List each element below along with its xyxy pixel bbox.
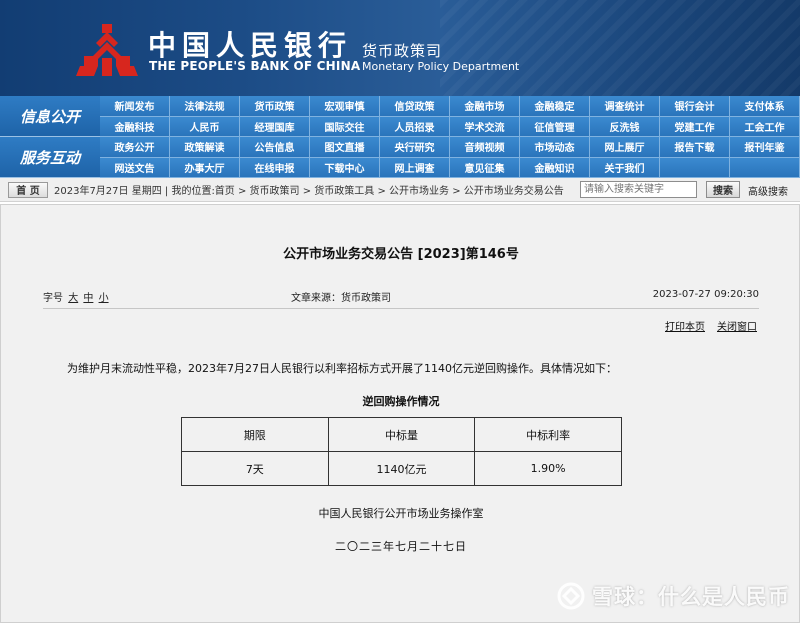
nav-item[interactable]: 宏观审慎 <box>310 96 380 117</box>
department-name-cn: 货币政策司 <box>362 42 443 60</box>
nav-item[interactable]: 音频视频 <box>450 137 520 158</box>
signature-date: 二〇二三年七月二十七日 <box>335 540 467 553</box>
main-navigation: 信息公开 服务互动 新闻发布 法律法规 货币政策 宏观审慎 信贷政策 金融市场 … <box>0 96 800 178</box>
nav-item[interactable]: 银行会计 <box>660 96 730 117</box>
nav-item[interactable]: 党建工作 <box>660 116 730 137</box>
font-size-large-link[interactable]: 大 <box>68 293 78 304</box>
font-size-label: 字号 <box>43 293 63 304</box>
snowball-logo-icon <box>557 582 585 610</box>
advanced-search-link[interactable]: 高级搜索 <box>748 183 788 198</box>
department-name-en: Monetary Policy Department <box>362 60 520 73</box>
nav-item[interactable]: 网上调查 <box>380 157 450 178</box>
article-title: 公开市场业务交易公告 [2023]第146号 <box>283 247 519 262</box>
nav-item-empty <box>730 157 800 178</box>
nav-item[interactable]: 报刊年鉴 <box>730 137 800 158</box>
nav-item[interactable]: 工会工作 <box>730 116 800 137</box>
nav-item[interactable]: 国际交往 <box>310 116 380 137</box>
home-button[interactable]: 首 页 <box>8 181 48 198</box>
nav-item-empty <box>660 157 730 178</box>
site-header-banner: 中国人民银行 THE PEOPLE'S BANK OF CHINA 货币政策司 … <box>0 0 800 96</box>
article-paragraph: 为维护月末流动性平稳，2023年7月27日人民银行以利率招标方式开展了1140亿… <box>67 362 617 375</box>
font-size-controls: 字号 大 中 小 <box>43 289 109 304</box>
nav-item[interactable]: 政策解读 <box>170 137 240 158</box>
nav-item[interactable]: 金融市场 <box>450 96 520 117</box>
article-meta: 字号 大 中 小 文章来源：货币政策司 2023-07-27 09:20:30 <box>43 289 759 304</box>
nav-item[interactable]: 经理国库 <box>240 116 310 137</box>
table-title: 逆回购操作情况 <box>362 395 440 408</box>
nav-item[interactable]: 政务公开 <box>100 137 170 158</box>
watermark: 雪球：什么是人民币 <box>556 576 790 616</box>
table-header-cell: 中标利率 <box>474 417 622 452</box>
breadcrumb: 2023年7月27日 星期四 | 我的位置:首页 > 货币政策司 > 货币政策工… <box>54 186 564 197</box>
table-row: 7天 1140亿元 1.90% <box>181 451 622 486</box>
nav-item[interactable]: 学术交流 <box>450 116 520 137</box>
font-size-small-link[interactable]: 小 <box>99 293 109 304</box>
nav-item[interactable]: 调查统计 <box>590 96 660 117</box>
search-input[interactable] <box>580 181 697 198</box>
nav-item[interactable]: 人员招录 <box>380 116 450 137</box>
nav-item[interactable]: 反洗钱 <box>590 116 660 137</box>
nav-category-service-interaction[interactable]: 服务互动 <box>0 137 100 178</box>
pboc-logo-icon[interactable] <box>76 22 138 78</box>
nav-item[interactable]: 法律法规 <box>170 96 240 117</box>
article-source: 文章来源：货币政策司 <box>291 293 391 304</box>
table-cell: 1.90% <box>474 451 622 486</box>
table-header-cell: 期限 <box>181 417 329 452</box>
nav-item[interactable]: 网送文告 <box>100 157 170 178</box>
search-button[interactable]: 搜索 <box>706 181 740 198</box>
font-size-medium-link[interactable]: 中 <box>83 293 93 304</box>
nav-item[interactable]: 支付体系 <box>730 96 800 117</box>
nav-item[interactable]: 金融稳定 <box>520 96 590 117</box>
print-page-link[interactable]: 打印本页 <box>665 318 705 333</box>
nav-grid: 新闻发布 法律法规 货币政策 宏观审慎 信贷政策 金融市场 金融稳定 调查统计 … <box>100 96 800 178</box>
nav-item[interactable]: 央行研究 <box>380 137 450 158</box>
nav-item[interactable]: 办事大厅 <box>170 157 240 178</box>
nav-item[interactable]: 关于我们 <box>590 157 660 178</box>
breadcrumb-bar: 首 页 2023年7月27日 星期四 | 我的位置:首页 > 货币政策司 > 货… <box>0 178 800 202</box>
nav-item[interactable]: 金融科技 <box>100 116 170 137</box>
nav-item[interactable]: 意见征集 <box>450 157 520 178</box>
nav-item[interactable]: 人民币 <box>170 116 240 137</box>
bank-name-cn: 中国人民银行 <box>148 29 353 62</box>
nav-item[interactable]: 网上展厅 <box>590 137 660 158</box>
table-cell: 7天 <box>181 451 329 486</box>
nav-item[interactable]: 公告信息 <box>240 137 310 158</box>
nav-item[interactable]: 在线申报 <box>240 157 310 178</box>
nav-item[interactable]: 报告下载 <box>660 137 730 158</box>
nav-category-info-disclosure[interactable]: 信息公开 <box>0 96 100 137</box>
meta-divider <box>43 308 759 309</box>
watermark-text: 雪球：什么是人民币 <box>592 585 790 609</box>
article-datetime: 2023-07-27 09:20:30 <box>652 289 759 300</box>
bank-name-en: THE PEOPLE'S BANK OF CHINA <box>149 59 361 73</box>
nav-item[interactable]: 新闻发布 <box>100 96 170 117</box>
nav-item[interactable]: 信贷政策 <box>380 96 450 117</box>
nav-item[interactable]: 图文直播 <box>310 137 380 158</box>
nav-item[interactable]: 下载中心 <box>310 157 380 178</box>
signature: 中国人民银行公开市场业务操作室 <box>318 507 484 520</box>
nav-item[interactable]: 金融知识 <box>520 157 590 178</box>
table-header-row: 期限 中标量 中标利率 <box>181 417 622 452</box>
table-cell: 1140亿元 <box>327 451 476 486</box>
banner-pattern <box>440 0 800 96</box>
nav-item[interactable]: 市场动态 <box>520 137 590 158</box>
close-window-link[interactable]: 关闭窗口 <box>717 318 757 333</box>
reverse-repo-table: 期限 中标量 中标利率 7天 1140亿元 1.90% <box>181 417 622 486</box>
article-container: 公开市场业务交易公告 [2023]第146号 字号 大 中 小 文章来源：货币政… <box>0 204 800 623</box>
nav-item[interactable]: 征信管理 <box>520 116 590 137</box>
table-header-cell: 中标量 <box>327 417 476 452</box>
nav-item[interactable]: 货币政策 <box>240 96 310 117</box>
